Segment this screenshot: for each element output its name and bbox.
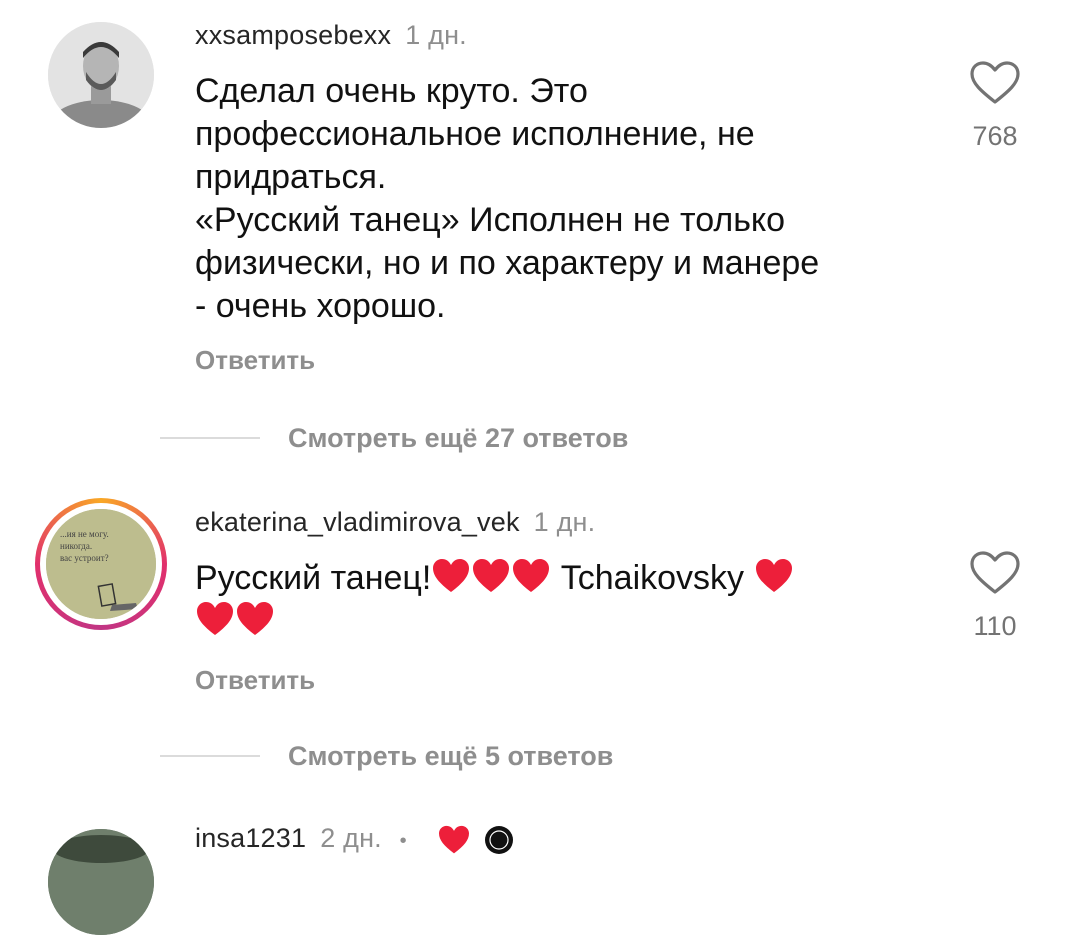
like-count: 110 [973,611,1017,641]
red-heart-emoji-icon [513,559,550,592]
red-heart-emoji-icon [755,559,792,592]
user-avatar[interactable] [48,22,154,128]
username-text[interactable]: insa1231 [195,823,306,853]
view-more-replies-button[interactable]: Смотреть ещё 5 ответов [160,736,613,776]
comment-text-part: Русский танец! [195,559,432,597]
comment-3: insa1231 2 дн. • [0,815,1079,935]
comment-time: 2 дн. [320,823,382,853]
user-avatar[interactable] [48,829,154,935]
comment-2: ...ия не могу. никогда. вас устроит? eka… [0,495,1079,735]
avatar-photo: ...ия не могу. никогда. вас устроит? [46,509,156,619]
view-more-label: Смотреть ещё 5 ответов [288,740,614,771]
like-group: 768 [967,60,1023,152]
heart-outline-icon[interactable] [969,550,1021,596]
svg-text:вас устроит?: вас устроит? [60,553,109,563]
like-group: 110 [967,550,1023,642]
comment-username[interactable]: xxsamposebexx 1 дн. [195,20,467,51]
author-avatar-icon [485,826,514,854]
comment-time: 1 дн. [533,507,596,537]
comment-text: Сделал очень круто. Это профессиональное… [195,72,820,325]
svg-text:...ия не могу.: ...ия не могу. [60,529,109,539]
comment-username[interactable]: ekaterina_vladimirova_vek 1 дн. [195,507,595,538]
user-avatar[interactable]: ...ия не могу. никогда. вас устроит? [46,509,156,619]
story-ring[interactable]: ...ия не могу. никогда. вас устроит? [35,498,167,630]
comment-text: Русский танец! Tchaikovsky [195,557,915,643]
view-more-replies-button[interactable]: Смотреть ещё 27 ответов [160,418,628,458]
comment-username[interactable]: insa1231 2 дн. • [195,823,514,855]
red-heart-emoji-icon [438,825,469,854]
reply-button[interactable]: Ответить [195,665,315,696]
red-heart-emoji-icon [473,559,510,592]
divider-line [160,755,260,757]
username-text[interactable]: xxsamposebexx [195,20,391,50]
svg-text:никогда.: никогда. [60,541,92,551]
comment-1: xxsamposebexx 1 дн. Сделал очень круто. Э… [0,0,1079,420]
red-heart-emoji-icon [237,602,273,635]
red-heart-emoji-icon [433,559,470,592]
avatar-photo [48,829,154,935]
username-text[interactable]: ekaterina_vladimirova_vek [195,507,520,537]
comment-time: 1 дн. [405,20,467,50]
separator-dot: • [399,830,407,852]
comment-text-part: Tchaikovsky [551,559,754,597]
red-heart-emoji-icon [197,602,233,635]
view-more-label: Смотреть ещё 27 ответов [288,422,629,453]
heart-outline-icon[interactable] [969,60,1021,106]
reply-button[interactable]: Ответить [195,345,315,376]
like-count: 768 [972,121,1018,151]
avatar-photo [48,22,154,128]
divider-line [160,437,260,439]
